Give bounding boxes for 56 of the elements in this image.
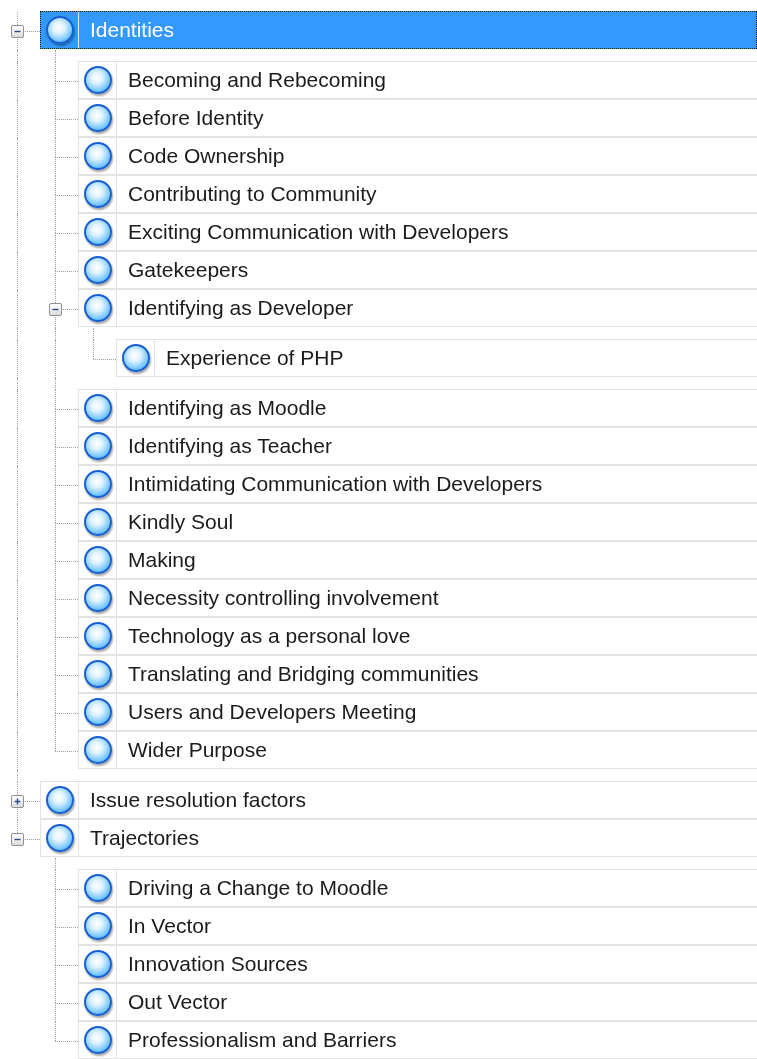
sphere-icon [83, 912, 112, 940]
tree-item[interactable]: Professionalism and Barriers [78, 1021, 757, 1059]
tree-item[interactable]: Driving a Change to Moodle [78, 869, 757, 907]
tree-item[interactable]: Trajectories [40, 819, 757, 857]
sphere-icon [121, 344, 150, 372]
tree-item[interactable]: Identifying as Developer [78, 289, 757, 327]
sphere-icon [83, 470, 112, 498]
tree-item[interactable]: Intimidating Communication with Developers [78, 465, 757, 503]
tree-item[interactable]: Becoming and Rebecoming [78, 61, 757, 99]
sphere-icon [83, 736, 112, 764]
sphere-icon [83, 546, 112, 574]
sphere-icon [45, 16, 74, 44]
sphere-icon [83, 508, 112, 536]
tree-item[interactable]: Gatekeepers [78, 251, 757, 289]
sphere-icon [83, 584, 112, 612]
tree-item[interactable]: Exciting Communication with Developers [78, 213, 757, 251]
tree-item[interactable]: Code Ownership [78, 137, 757, 175]
tree-item[interactable]: Innovation Sources [78, 945, 757, 983]
expander-button[interactable] [11, 795, 24, 808]
tree-item[interactable]: Identifying as Teacher [78, 427, 757, 465]
sphere-icon [83, 180, 112, 208]
tree-item[interactable]: Contributing to Community [78, 175, 757, 213]
tree-item[interactable]: Out Vector [78, 983, 757, 1021]
sphere-icon [83, 142, 112, 170]
sphere-icon [83, 394, 112, 422]
expander-button[interactable] [49, 303, 62, 316]
sphere-icon [83, 1026, 112, 1054]
sphere-icon [83, 660, 112, 688]
sphere-icon [83, 432, 112, 460]
tree-item[interactable]: Making [78, 541, 757, 579]
tree-item[interactable]: Wider Purpose [78, 731, 757, 769]
expander-button[interactable] [11, 25, 24, 38]
sphere-icon [45, 824, 74, 852]
tree-item[interactable]: Users and Developers Meeting [78, 693, 757, 731]
plus-icon [13, 797, 22, 806]
sphere-icon [83, 698, 112, 726]
tree-item[interactable]: Before Identity [78, 99, 757, 137]
sphere-icon [83, 988, 112, 1016]
sphere-icon [83, 874, 112, 902]
sphere-icon [83, 218, 112, 246]
sphere-icon [83, 950, 112, 978]
sphere-icon [83, 104, 112, 132]
sphere-icon [83, 294, 112, 322]
tree-item[interactable]: In Vector [78, 907, 757, 945]
tree-item[interactable]: Experience of PHP [116, 339, 757, 377]
tree-item[interactable]: Identifying as Moodle [78, 389, 757, 427]
expander-button[interactable] [11, 833, 24, 846]
sphere-icon [83, 622, 112, 650]
tree-item[interactable]: Necessity controlling involvement [78, 579, 757, 617]
sphere-icon [83, 256, 112, 284]
tree-item[interactable]: Kindly Soul [78, 503, 757, 541]
sphere-icon [45, 786, 74, 814]
tree-item[interactable]: Translating and Bridging communities [78, 655, 757, 693]
tree-item[interactable]: Technology as a personal love [78, 617, 757, 655]
tree-item[interactable]: Issue resolution factors [40, 781, 757, 819]
sphere-icon [83, 66, 112, 94]
